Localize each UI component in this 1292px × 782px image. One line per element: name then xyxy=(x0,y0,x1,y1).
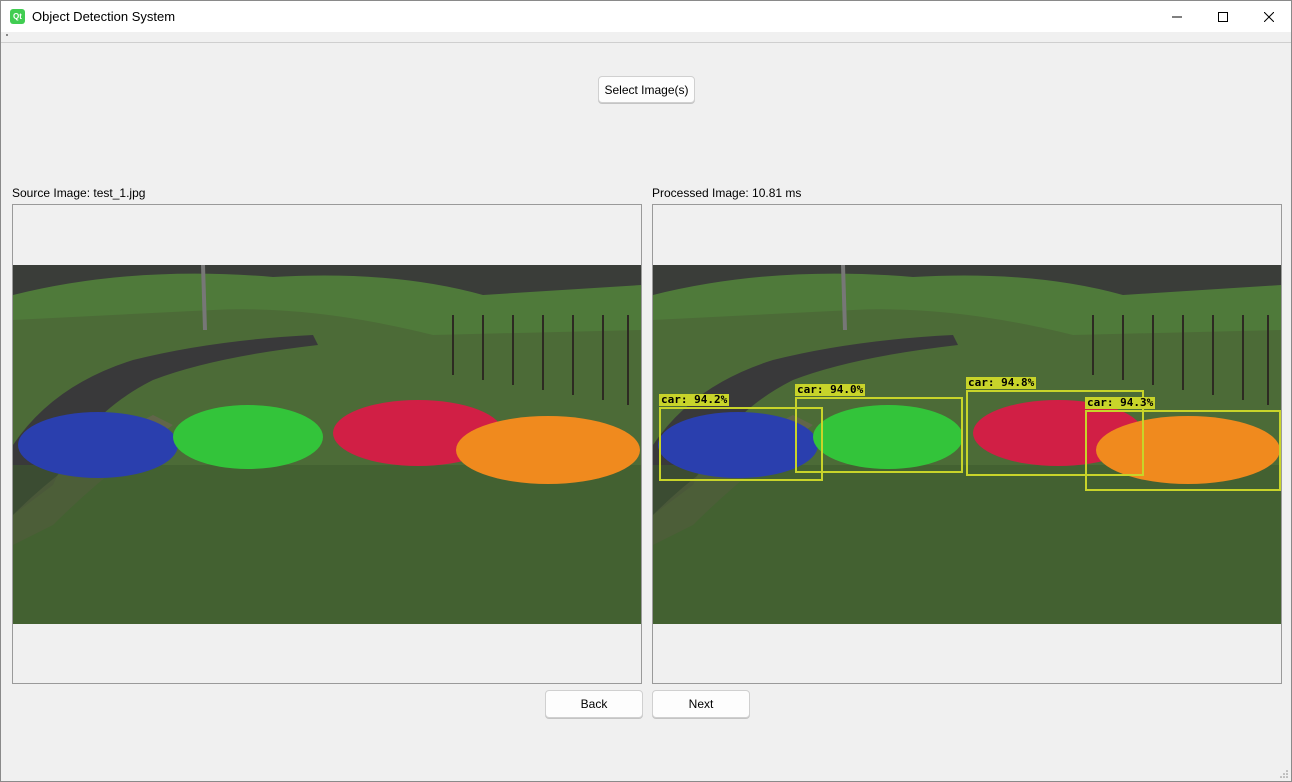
detection-label: car: 94.0% xyxy=(795,383,866,396)
green-car xyxy=(173,405,323,469)
next-button[interactable]: Next xyxy=(652,690,750,718)
source-image-label: Source Image: test_1.jpg xyxy=(12,186,146,200)
menu-strip xyxy=(1,32,1291,43)
close-icon xyxy=(1264,11,1274,22)
detection-box xyxy=(1085,410,1281,491)
source-image-panel xyxy=(12,204,642,684)
source-photo xyxy=(13,265,641,624)
source-image xyxy=(13,265,641,624)
detection-label: car: 94.8% xyxy=(966,376,1037,389)
maximize-button[interactable] xyxy=(1200,1,1246,32)
orange-car xyxy=(456,416,640,484)
qt-app-icon: Qt xyxy=(10,9,25,24)
select-images-button[interactable]: Select Image(s) xyxy=(598,76,695,103)
close-button[interactable] xyxy=(1246,1,1292,32)
minimize-button[interactable] xyxy=(1154,1,1200,32)
detection-label: car: 94.2% xyxy=(659,393,730,406)
title-bar[interactable]: Qt Object Detection System xyxy=(1,1,1291,32)
processed-image: car: 94.2% car: 94.0% car: 94.8% car: 94… xyxy=(653,265,1281,624)
detection-label: car: 94.3% xyxy=(1085,396,1156,409)
processed-image-label: Processed Image: 10.81 ms xyxy=(652,186,802,200)
blue-car xyxy=(18,412,178,478)
resize-grip-icon[interactable] xyxy=(1279,769,1289,779)
minimize-icon xyxy=(1172,16,1182,17)
back-button[interactable]: Back xyxy=(545,690,643,718)
maximize-icon xyxy=(1218,11,1228,22)
processed-image-panel: car: 94.2% car: 94.0% car: 94.8% car: 94… xyxy=(652,204,1282,684)
detection-box xyxy=(795,397,963,473)
window-title: Object Detection System xyxy=(32,9,176,24)
menu-handle xyxy=(6,34,8,36)
app-window: Qt Object Detection System Select Image(… xyxy=(0,0,1292,782)
